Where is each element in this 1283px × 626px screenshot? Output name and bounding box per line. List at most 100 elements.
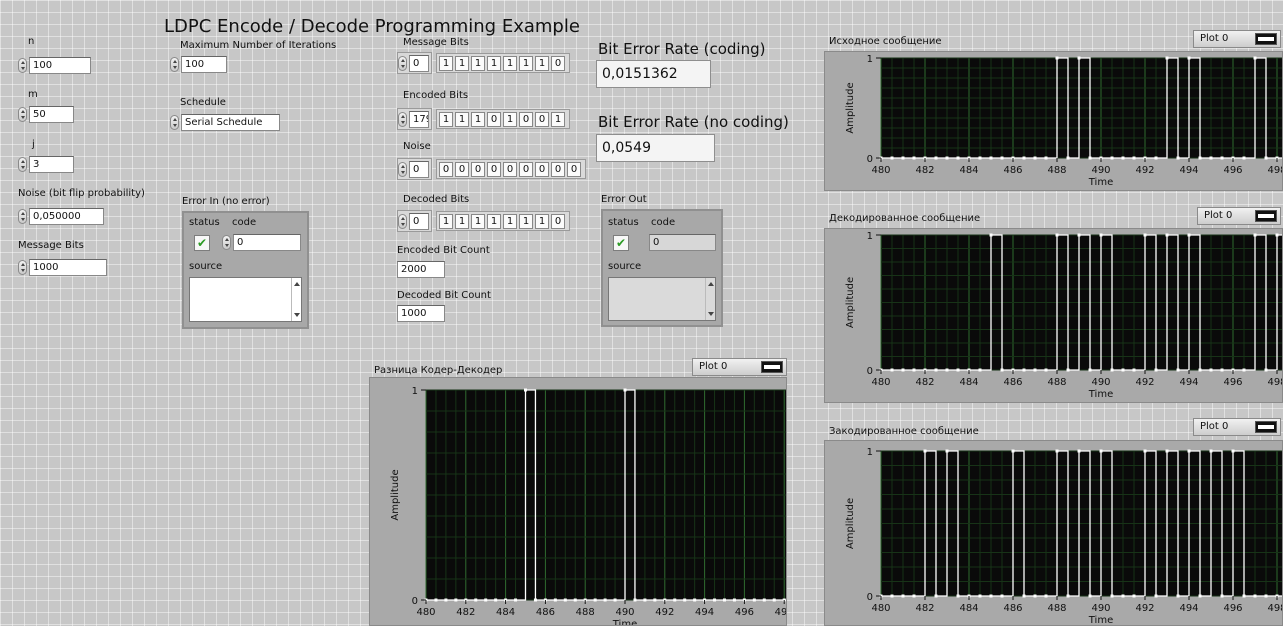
schedule-field[interactable]: Serial Schedule [181, 114, 280, 131]
data-point [1242, 594, 1246, 598]
array-index[interactable]: 179 [397, 108, 432, 130]
data-point [593, 598, 597, 602]
data-point [890, 594, 894, 598]
plot-legend[interactable]: Plot 0 [692, 358, 787, 376]
plot-style-icon[interactable] [1255, 210, 1277, 222]
noise-label: Noise (bit flip probability) [18, 188, 145, 199]
array-index-field[interactable]: 0 [409, 54, 429, 72]
array-index-field[interactable]: 179 [409, 110, 429, 128]
waveform-chart-encoded[interactable]: 01480482484486488490492494496498500TimeA… [824, 440, 1283, 626]
plot-legend[interactable]: Plot 0 [1197, 207, 1281, 225]
encoded-bits-array[interactable]: 179 11101001 [397, 108, 570, 130]
data-point [1099, 449, 1103, 453]
message-bits-label: Message Bits [18, 240, 84, 251]
spinner-icon[interactable] [398, 55, 407, 71]
m-field[interactable]: 50 [29, 106, 74, 123]
error-out-code-label: code [651, 217, 676, 228]
noise-field[interactable]: 0,050000 [29, 208, 104, 225]
x-tick-label: 480 [871, 377, 890, 388]
spinner-icon[interactable] [398, 213, 407, 229]
y-axis-label: Amplitude [845, 498, 856, 549]
plot-style-icon[interactable] [761, 361, 783, 373]
spinner-icon[interactable] [18, 209, 27, 224]
spinner-icon[interactable] [398, 161, 407, 177]
error-in-code-control[interactable]: 0 [222, 234, 301, 251]
noise-bits-array[interactable]: 0 000000000 [397, 158, 586, 180]
bit-cell: 0 [439, 161, 453, 177]
spinner-icon[interactable] [18, 260, 27, 275]
data-point [713, 598, 717, 602]
bit-cell: 1 [439, 55, 453, 71]
array-index-field[interactable]: 0 [409, 212, 429, 230]
data-point [613, 598, 617, 602]
plot-legend[interactable]: Plot 0 [1193, 418, 1281, 436]
data-point [683, 598, 687, 602]
n-field[interactable]: 100 [29, 57, 91, 74]
data-point [1066, 156, 1070, 160]
decoded-count-field: 1000 [397, 305, 445, 322]
data-point [623, 388, 627, 392]
data-point [1055, 233, 1059, 237]
spinner-icon[interactable] [18, 157, 27, 172]
decoded-bits-array[interactable]: 0 11111110 [397, 210, 570, 232]
error-in-label: Error In (no error) [182, 196, 270, 207]
message-bits-control[interactable]: 1000 [18, 259, 107, 276]
data-point [573, 598, 577, 602]
waveform-chart-decoded[interactable]: 01480482484486488490492494496498500TimeA… [824, 228, 1283, 403]
x-tick-label: 488 [1047, 603, 1066, 614]
array-index[interactable]: 0 [397, 52, 432, 74]
x-tick-label: 486 [1003, 377, 1022, 388]
message-bits-field[interactable]: 1000 [29, 259, 107, 276]
data-point [434, 598, 438, 602]
encoded-count-label: Encoded Bit Count [397, 245, 490, 256]
spinner-icon[interactable] [170, 57, 179, 72]
x-tick-label: 494 [695, 607, 714, 618]
data-point [1132, 594, 1136, 598]
error-in-source-field[interactable] [189, 277, 302, 322]
scrollbar[interactable] [705, 278, 715, 320]
j-control[interactable]: 3 [18, 156, 74, 173]
max-iterations-field[interactable]: 100 [181, 56, 227, 73]
schedule-ring[interactable]: Serial Schedule [170, 114, 280, 131]
data-point [533, 598, 537, 602]
bit-cell: 0 [535, 111, 549, 127]
spinner-icon[interactable] [18, 107, 27, 122]
waveform-chart-difference[interactable]: 01480482484486488490492494496498500TimeA… [369, 377, 787, 626]
noise-array-label: Noise [403, 141, 431, 152]
spinner-icon[interactable] [170, 115, 179, 130]
x-tick-label: 484 [959, 377, 978, 388]
data-point [956, 156, 960, 160]
message-bits-array[interactable]: 0 11111110 [397, 52, 570, 74]
array-index[interactable]: 0 [397, 210, 432, 232]
page-title: LDPC Encode / Decode Programming Example [164, 16, 580, 37]
spinner-icon[interactable] [398, 111, 407, 127]
data-point [1132, 368, 1136, 372]
data-point [1121, 156, 1125, 160]
noise-control[interactable]: 0,050000 [18, 208, 104, 225]
scrollbar[interactable] [291, 278, 301, 321]
y-tick-label: 1 [867, 447, 873, 458]
plot-style-icon[interactable] [1255, 33, 1277, 45]
data-point [1000, 594, 1004, 598]
array-index-field[interactable]: 0 [409, 160, 429, 178]
legend-label: Plot 0 [1200, 33, 1229, 44]
j-field[interactable]: 3 [29, 156, 74, 173]
m-control[interactable]: 50 [18, 106, 74, 123]
array-index[interactable]: 0 [397, 158, 432, 180]
plot-style-icon[interactable] [1255, 421, 1277, 433]
y-axis-label: Amplitude [845, 82, 856, 133]
ber-coding-value: 0,0151362 [596, 60, 711, 88]
n-control[interactable]: 100 [18, 57, 91, 74]
error-in-code-field[interactable]: 0 [233, 234, 301, 251]
waveform-chart-original[interactable]: 01480482484486488490492494496498500TimeA… [824, 51, 1283, 191]
plot-legend[interactable]: Plot 0 [1193, 30, 1281, 48]
ber-nocoding-label: Bit Error Rate (no coding) [598, 113, 789, 131]
data-point [1110, 594, 1114, 598]
status-check-icon[interactable]: ✔ [194, 235, 210, 251]
spinner-icon[interactable] [222, 235, 231, 250]
x-axis-label: Time [612, 619, 637, 625]
data-point [934, 594, 938, 598]
data-point [653, 598, 657, 602]
max-iterations-control[interactable]: 100 [170, 56, 227, 73]
spinner-icon[interactable] [18, 58, 27, 73]
